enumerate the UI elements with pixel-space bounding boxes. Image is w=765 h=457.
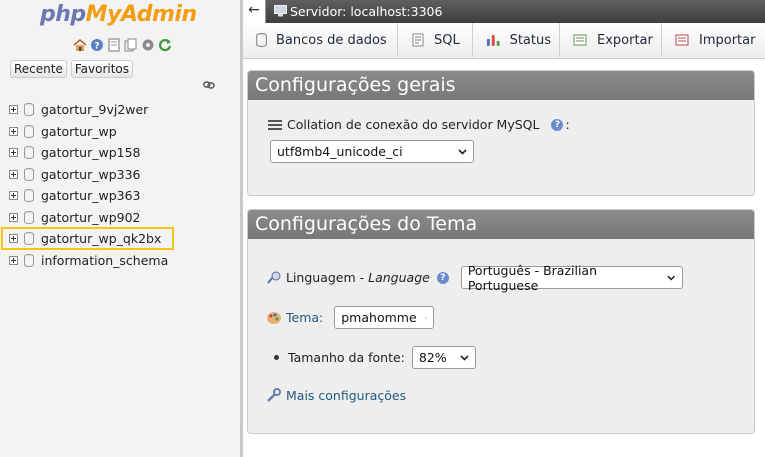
collation-value: utf8mb4_unicode_ci xyxy=(277,144,403,159)
navigation-panel: phpMyAdmin ? Recente Favoritos gatortur_… xyxy=(0,0,240,457)
database-name[interactable]: gatortur_wp xyxy=(41,124,117,139)
language-icon xyxy=(267,271,281,284)
language-label: Linguagem - Language xyxy=(286,270,430,285)
database-item[interactable]: information_schema xyxy=(9,250,168,272)
database-icon xyxy=(24,124,34,138)
expand-icon[interactable] xyxy=(9,255,18,265)
tab-label: Bancos de dados xyxy=(276,32,387,48)
theme-label-link[interactable]: Tema: xyxy=(286,310,323,325)
main-tabs: Bancos de dados SQL Status Exportar Impo… xyxy=(243,23,765,59)
theme-value: pmahomme xyxy=(341,310,417,325)
chevron-down-icon xyxy=(458,148,467,155)
nav-tabs: Recente Favoritos xyxy=(10,60,134,78)
fontsize-label: Tamanho da fonte: xyxy=(288,350,405,365)
database-icon xyxy=(24,253,34,267)
server-breadcrumb-bar: ← Servidor: localhost:3306 xyxy=(243,0,765,23)
help-icon[interactable]: ? xyxy=(551,118,564,131)
expand-icon[interactable] xyxy=(9,105,18,115)
tab-status[interactable]: Status xyxy=(473,23,560,57)
database-item[interactable]: gatortur_wp902 xyxy=(9,207,168,229)
more-settings-row: Mais configurações xyxy=(266,388,406,403)
export-icon xyxy=(573,34,587,46)
tab-label: Status xyxy=(509,32,551,48)
panel-title: Configurações do Tema xyxy=(248,210,754,239)
database-item[interactable]: gatortur_wp336 xyxy=(9,164,168,186)
database-name[interactable]: gatortur_9vj2wer xyxy=(41,102,148,117)
collation-select[interactable]: utf8mb4_unicode_ci xyxy=(270,140,474,163)
database-name[interactable]: gatortur_wp363 xyxy=(41,188,141,203)
wrench-icon xyxy=(267,388,281,402)
nav-resizer[interactable] xyxy=(240,0,243,457)
database-icon xyxy=(24,189,34,203)
database-name[interactable]: gatortur_wp336 xyxy=(41,167,141,182)
database-item[interactable]: gatortur_9vj2wer xyxy=(9,99,168,121)
panel-title: Configurações gerais xyxy=(248,71,754,100)
tab-label: Exportar xyxy=(597,32,653,48)
recent-tab[interactable]: Recente xyxy=(10,60,67,78)
server-link[interactable]: Servidor: localhost:3306 xyxy=(290,4,442,19)
list-icon xyxy=(268,119,282,130)
language-value: Português - Brazilian Portuguese xyxy=(467,262,598,293)
highlight-box xyxy=(1,227,174,250)
home-icon[interactable] xyxy=(73,38,87,52)
tab-label: Importar xyxy=(699,32,756,48)
tab-databases[interactable]: Bancos de dados xyxy=(243,23,398,57)
tab-label: SQL xyxy=(434,32,460,48)
favorites-tab[interactable]: Favoritos xyxy=(70,60,134,78)
palette-icon xyxy=(267,311,281,324)
help-icon[interactable]: ? xyxy=(436,271,449,284)
tab-sql[interactable]: SQL xyxy=(398,23,473,57)
info-icon[interactable]: ? xyxy=(90,38,104,52)
expand-icon[interactable] xyxy=(9,191,18,201)
theme-row: Tema: pmahomme xyxy=(266,306,435,329)
more-settings-link[interactable]: Mais configurações xyxy=(286,388,406,403)
fontsize-row: Tamanho da fonte: 82% xyxy=(274,346,476,369)
tab-import[interactable]: Importar xyxy=(662,23,765,57)
database-icon xyxy=(24,103,34,117)
database-name[interactable]: gatortur_wp158 xyxy=(41,145,141,160)
tab-export[interactable]: Exportar xyxy=(560,23,662,57)
language-row: Linguagem - Language ? Português - Brazi… xyxy=(266,263,683,293)
docs-icon[interactable] xyxy=(107,38,121,52)
expand-icon[interactable] xyxy=(9,212,18,222)
general-settings-panel: Configurações gerais Collation de conexã… xyxy=(247,70,755,196)
reload-icon[interactable] xyxy=(158,38,172,52)
bullet xyxy=(274,355,279,360)
expand-icon[interactable] xyxy=(9,169,18,179)
theme-select[interactable]: pmahomme xyxy=(334,306,435,329)
collapse-nav-button[interactable]: ← xyxy=(243,0,266,23)
collation-label-row: Collation de conexão do servidor MySQL ?… xyxy=(268,117,570,132)
expand-icon[interactable] xyxy=(9,126,18,136)
database-item[interactable]: gatortur_wp158 xyxy=(9,142,168,164)
fontsize-select[interactable]: 82% xyxy=(411,346,476,369)
database-item[interactable]: gatortur_wp363 xyxy=(9,185,168,207)
link-icon[interactable] xyxy=(203,81,215,89)
collation-label: Collation de conexão do servidor MySQL xyxy=(287,117,540,132)
database-name[interactable]: information_schema xyxy=(41,253,168,268)
import-icon xyxy=(675,34,689,46)
settings-icon[interactable] xyxy=(141,38,155,52)
expand-icon[interactable] xyxy=(9,148,18,158)
sql-icon xyxy=(412,33,424,47)
status-chart-icon xyxy=(486,35,500,46)
theme-settings-panel: Configurações do Tema Linguagem - Langua… xyxy=(247,209,755,434)
database-name[interactable]: gatortur_wp902 xyxy=(41,210,141,225)
svg-text:?: ? xyxy=(94,42,99,52)
chevron-down-icon xyxy=(460,354,469,361)
database-icon xyxy=(24,210,34,224)
database-icon xyxy=(256,33,267,47)
chevron-down-icon xyxy=(667,275,676,280)
nav-icon-bar: ? xyxy=(73,38,172,52)
chevron-down-icon xyxy=(424,316,428,319)
database-icon xyxy=(24,146,34,160)
collation-label-suffix: : xyxy=(565,117,570,132)
database-item[interactable]: gatortur_wp xyxy=(9,121,168,143)
language-select[interactable]: Português - Brazilian Portuguese xyxy=(460,263,683,293)
database-icon xyxy=(24,167,34,181)
fontsize-value: 82% xyxy=(418,350,447,365)
copy-icon[interactable] xyxy=(124,38,138,52)
server-icon xyxy=(274,5,287,17)
phpmyadmin-logo[interactable]: phpMyAdmin xyxy=(40,2,197,27)
